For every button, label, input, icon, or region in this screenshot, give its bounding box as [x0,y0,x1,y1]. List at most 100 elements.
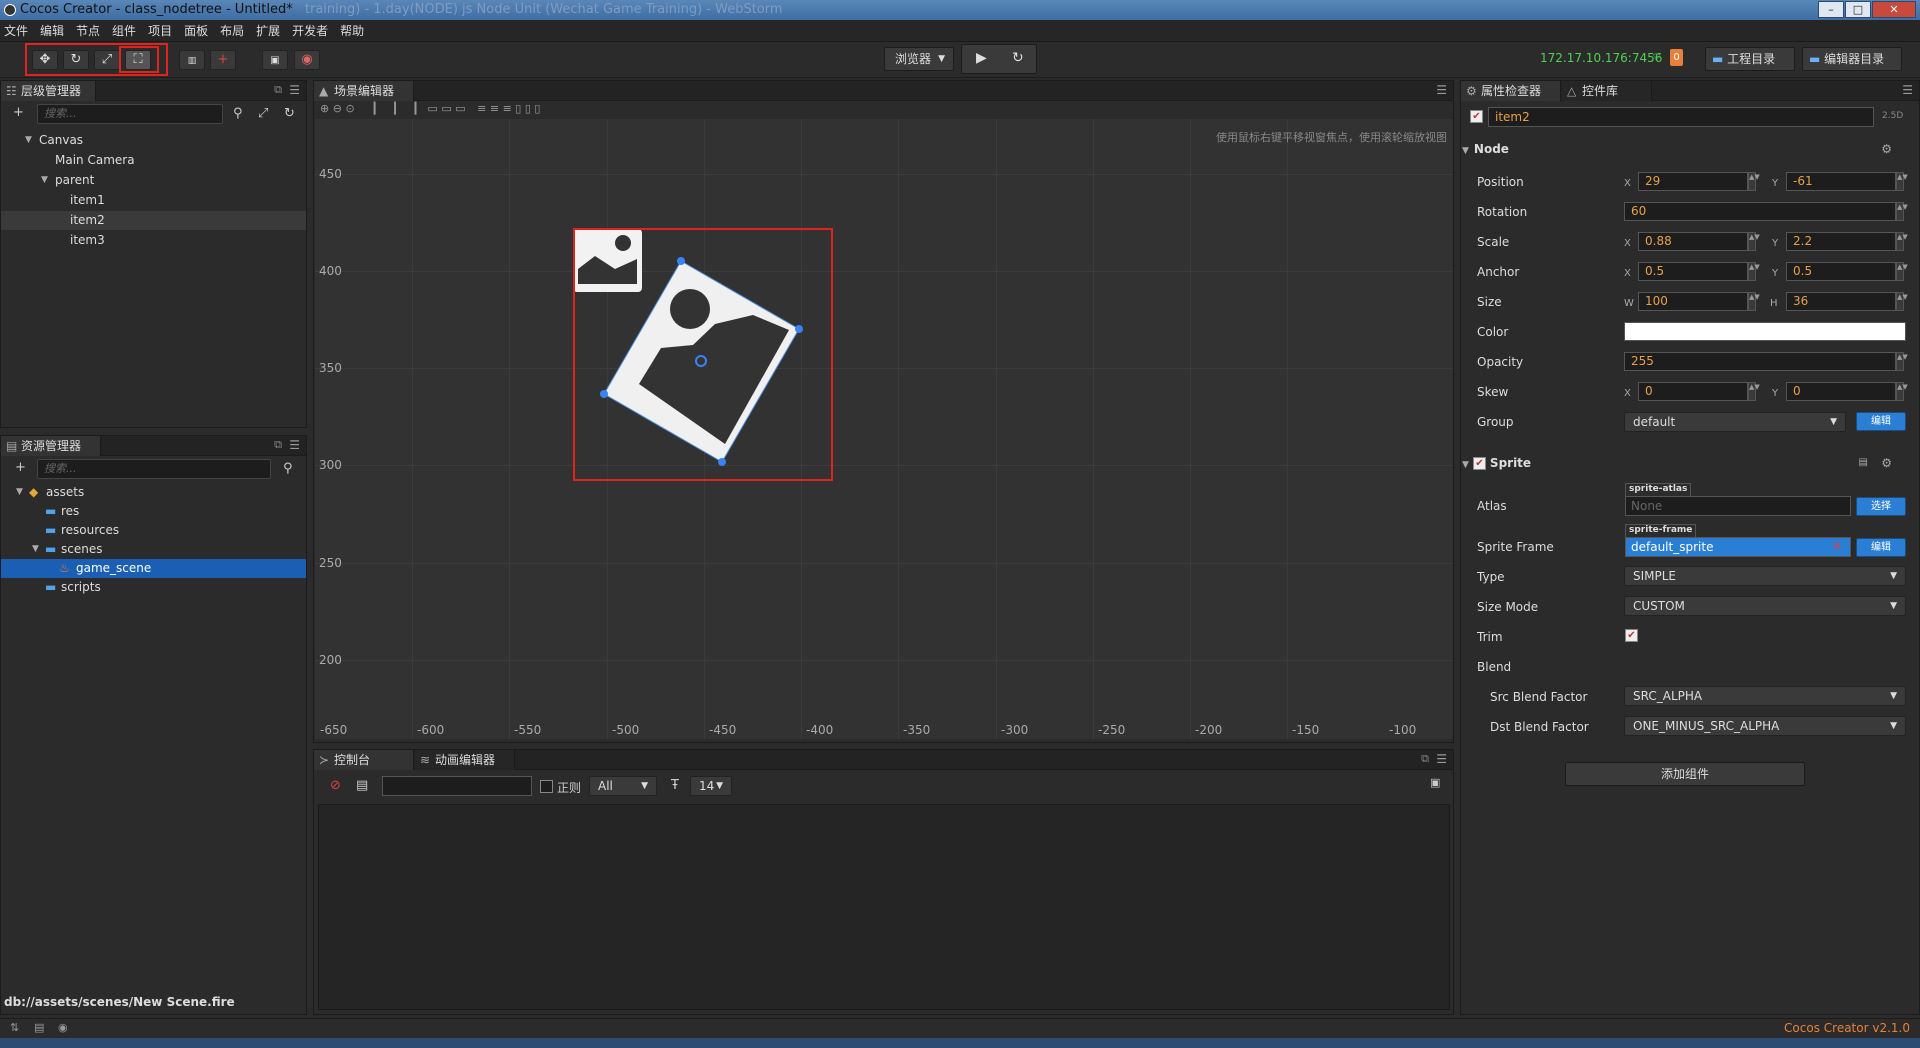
resize-handle[interactable] [718,458,726,466]
sprite-enabled-checkbox[interactable]: ✔ [1472,457,1486,470]
node-active-checkbox[interactable]: ✔ [1470,110,1483,123]
refresh-button[interactable]: ↻ [1012,50,1024,66]
node-section-header[interactable]: ▼ Node ⚙ [1462,138,1912,160]
type-select[interactable]: SIMPLE ▼ [1624,566,1906,586]
maximize-button[interactable]: □ [1845,1,1871,18]
log-level-select[interactable]: All ▼ [589,776,657,796]
gear-icon[interactable]: ⚙ [1881,452,1892,474]
align-top-icon[interactable]: ▭ [427,102,437,115]
tab-console[interactable]: ≻ 控制台 [314,750,414,770]
asset-scene-game-scene[interactable]: ♨ game_scene [1,559,306,578]
tab-animation-editor[interactable]: ≋ 动画编辑器 [415,750,515,770]
src-blend-select[interactable]: SRC_ALPHA ▼ [1624,686,1906,706]
asset-folder-resources[interactable]: ▬ resources [1,521,306,540]
tree-node-item3[interactable]: item3 [1,231,306,250]
preview-ip[interactable]: 172.17.10.176:7456 [1540,51,1662,65]
scale-y-input[interactable]: 2.2 [1786,232,1896,251]
align-center-icon[interactable]: ▕▏ [387,102,404,115]
db-icon[interactable]: ▤ [34,1021,44,1034]
preview-platform-select[interactable]: 浏览器 ▼ [884,47,954,71]
tab-inspector[interactable]: ⚙ 属性检查器 [1461,81,1561,101]
play-button[interactable]: ▶ [976,50,987,66]
panel-menu-icon[interactable]: ☰ [1436,752,1447,766]
anchor-y-spinner[interactable]: ▲▼ [1896,262,1908,281]
2d-view-button[interactable]: ▣ [262,50,288,70]
size-h-spinner[interactable]: ▲▼ [1896,292,1908,311]
menu-component[interactable]: 组件 [112,22,136,39]
3d-view-button[interactable]: ◉ [294,50,320,70]
position-x-spinner[interactable]: ▲▼ [1748,172,1760,191]
position-y-input[interactable]: -61 [1786,172,1896,191]
skew-x-spinner[interactable]: ▲▼ [1748,382,1760,401]
resize-handle[interactable] [795,325,803,333]
menu-developer[interactable]: 开发者 [292,22,328,39]
expand-icon[interactable]: ⤢ [258,106,268,121]
position-y-spinner[interactable]: ▲▼ [1896,172,1908,191]
anchor-x-spinner[interactable]: ▲▼ [1748,262,1760,281]
asset-folder-scenes[interactable]: ▼ ▬ scenes [1,540,306,559]
notification-badge[interactable]: 0 [1670,49,1683,66]
tree-node-item1[interactable]: item1 [1,191,306,210]
sprite-frame-edit-button[interactable]: 编辑 [1856,538,1906,557]
trim-checkbox[interactable]: ✔ [1625,629,1638,642]
align-middle-icon[interactable]: ▭ [441,102,451,115]
distribute-center-icon[interactable]: ▯ [525,102,531,115]
distribute-left-icon[interactable]: ▯ [515,102,521,115]
asset-folder-scripts[interactable]: ▬ scripts [1,578,306,597]
atlas-select-button[interactable]: 选择 [1856,497,1906,516]
project-dir-button[interactable]: ▬ 工程目录 [1705,47,1795,71]
size-w-spinner[interactable]: ▲▼ [1748,292,1760,311]
size-mode-select[interactable]: CUSTOM ▼ [1624,596,1906,616]
menu-help[interactable]: 帮助 [340,22,364,39]
minimize-button[interactable]: – [1818,1,1844,18]
menu-node[interactable]: 节点 [76,22,100,39]
atlas-asset-field[interactable]: None [1625,496,1851,516]
menu-edit[interactable]: 编辑 [40,22,64,39]
search-icon[interactable]: ⚲ [233,106,243,121]
scale-y-spinner[interactable]: ▲▼ [1896,232,1908,251]
editor-dir-button[interactable]: ▬ 编辑器目录 [1802,47,1902,71]
panel-menu-icon[interactable]: ☰ [289,438,300,452]
anchor-x-input[interactable]: 0.5 [1638,262,1748,281]
align-bottom-icon[interactable]: ▭ [455,102,465,115]
add-component-button[interactable]: 添加组件 [1565,762,1805,786]
edit-group-button[interactable]: 编辑 [1856,412,1906,431]
align-left-icon[interactable]: ▕▏ [366,102,383,115]
eye-icon[interactable]: ◉ [58,1021,68,1034]
add-asset-icon[interactable]: + [15,460,26,475]
tab-assets[interactable]: ▤ 资源管理器 [1,436,101,456]
gear-icon[interactable]: ⚙ [1881,138,1892,160]
tab-scene[interactable]: ▲ 场景编辑器 [314,81,414,101]
console-filter-input[interactable] [382,776,532,796]
tree-node-item2[interactable]: item2 [1,211,306,230]
menu-file[interactable]: 文件 [4,22,28,39]
asset-folder-res[interactable]: ▬ res [1,502,306,521]
distribute-top-icon[interactable]: ≡ [477,102,486,115]
panel-menu-icon[interactable]: ☰ [289,83,300,97]
resize-handle[interactable] [677,257,685,265]
group-select[interactable]: default ▼ [1624,412,1846,432]
collapse-icon[interactable]: ▣ [1430,776,1440,789]
panel-menu-icon[interactable]: ☰ [1436,83,1447,97]
tab-widget-library[interactable]: △ 控件库 [1562,81,1652,101]
float-icon[interactable]: ⧉ [274,438,282,452]
rotation-input[interactable]: 60 [1624,202,1896,221]
refresh-icon[interactable]: ↻ [284,106,295,121]
clear-asset-icon[interactable]: ✕ [1832,539,1842,553]
scale-x-input[interactable]: 0.88 [1638,232,1748,251]
add-node-icon[interactable]: + [13,105,24,120]
regex-checkbox[interactable] [540,780,553,793]
distribute-middle-icon[interactable]: ≡ [490,102,499,115]
opacity-spinner[interactable]: ▲▼ [1896,352,1908,371]
doc-icon[interactable]: ▤ [1859,452,1868,474]
assets-search-input[interactable]: 搜索... [37,459,271,479]
clear-console-icon[interactable]: ⊘ [330,778,341,793]
distribute-bottom-icon[interactable]: ≡ [503,102,512,115]
anchor-y-input[interactable]: 0.5 [1786,262,1896,281]
local-coord-button[interactable]: + [210,50,236,70]
color-picker[interactable] [1624,322,1906,341]
dst-blend-select[interactable]: ONE_MINUS_SRC_ALPHA ▼ [1624,716,1906,736]
tree-node-main-camera[interactable]: Main Camera [1,151,306,170]
font-size-select[interactable]: 14 ▼ [690,776,732,796]
hierarchy-search-input[interactable]: 搜索... [37,104,223,124]
